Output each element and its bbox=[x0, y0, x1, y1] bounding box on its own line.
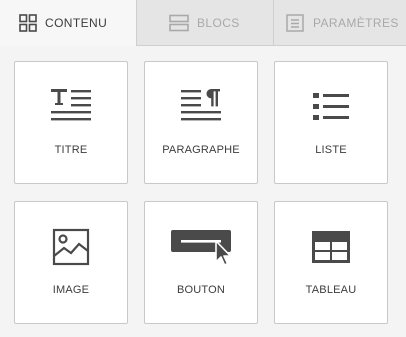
content-item-label: IMAGE bbox=[52, 284, 90, 296]
content-item-label: LISTE bbox=[315, 144, 347, 156]
content-item-label: TABLEAU bbox=[305, 284, 357, 296]
content-item-titre[interactable]: TITRE bbox=[14, 61, 128, 184]
table-icon bbox=[275, 226, 387, 268]
content-item-label: PARAGRAPHE bbox=[162, 144, 240, 156]
title-icon bbox=[15, 86, 127, 128]
content-item-liste[interactable]: LISTE bbox=[274, 61, 388, 184]
content-item-paragraphe[interactable]: PARAGRAPHE bbox=[144, 61, 258, 184]
content-grid: TITRE PARAGRAPHE LISTE IMAGE BOUTON TABL… bbox=[0, 0, 406, 337]
content-item-bouton[interactable]: BOUTON bbox=[144, 201, 258, 324]
image-icon bbox=[15, 226, 127, 268]
content-item-image[interactable]: IMAGE bbox=[14, 201, 128, 324]
paragraph-icon bbox=[145, 86, 257, 128]
content-item-label: TITRE bbox=[54, 144, 88, 156]
content-item-label: BOUTON bbox=[176, 284, 226, 296]
content-item-tableau[interactable]: TABLEAU bbox=[274, 201, 388, 324]
button-icon bbox=[145, 226, 257, 268]
list-icon bbox=[275, 86, 387, 128]
